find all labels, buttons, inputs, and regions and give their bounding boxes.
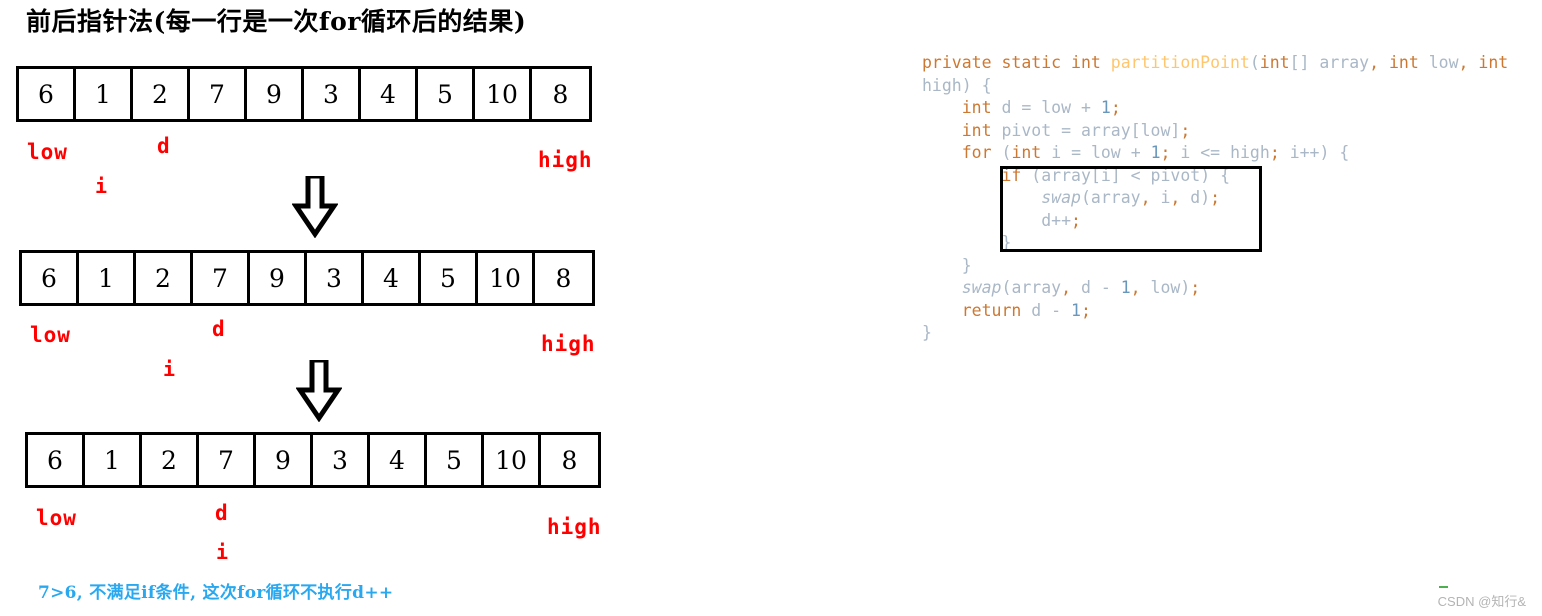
array-cell: 10 bbox=[475, 69, 532, 119]
array-cell: 3 bbox=[307, 253, 364, 303]
pointer-label-d: d bbox=[212, 317, 226, 341]
array-cell: 8 bbox=[532, 69, 589, 119]
array-cell: 6 bbox=[28, 435, 85, 485]
watermark-dash-icon bbox=[1438, 586, 1448, 588]
array-cell: 1 bbox=[85, 435, 142, 485]
array-cell: 9 bbox=[247, 69, 304, 119]
table-row: 6 1 2 7 9 3 4 5 10 8 bbox=[16, 66, 592, 122]
pointer-label-high: high bbox=[541, 332, 596, 356]
code-panel: private static int partitionPoint(int[] … bbox=[900, 0, 1542, 616]
pointer-label-high: high bbox=[547, 515, 602, 539]
array-cell: 9 bbox=[250, 253, 307, 303]
array-cell: 4 bbox=[364, 253, 421, 303]
array-row-3-wrap: 6 1 2 7 9 3 4 5 10 8 bbox=[25, 432, 601, 488]
pointer-label-i: i bbox=[216, 540, 230, 564]
pointer-label-low: low bbox=[36, 506, 77, 530]
pointer-label-i: i bbox=[163, 357, 177, 381]
array-cell: 2 bbox=[136, 253, 193, 303]
array-cell: 6 bbox=[22, 253, 79, 303]
array-cell: 7 bbox=[190, 69, 247, 119]
array-cell: 8 bbox=[535, 253, 592, 303]
array-cell: 5 bbox=[421, 253, 478, 303]
diagram-panel: 前后指针法(每一行是一次for循环后的结果) 6 1 2 7 9 3 4 5 1… bbox=[0, 0, 900, 616]
array-cell: 9 bbox=[256, 435, 313, 485]
array-cell: 7 bbox=[199, 435, 256, 485]
array-cell: 3 bbox=[304, 69, 361, 119]
pointer-label-i: i bbox=[95, 174, 109, 198]
array-cell: 3 bbox=[313, 435, 370, 485]
down-arrow-icon bbox=[292, 176, 338, 238]
array-cell: 5 bbox=[427, 435, 484, 485]
pointer-label-low: low bbox=[30, 323, 71, 347]
explanation-note: 7>6, 不满足if条件, 这次for循环不执行d++ bbox=[38, 583, 394, 603]
pointer-label-d: d bbox=[215, 501, 229, 525]
watermark: CSDN @知行& bbox=[1437, 586, 1526, 610]
array-cell: 8 bbox=[541, 435, 598, 485]
array-cell: 4 bbox=[361, 69, 418, 119]
array-cell: 1 bbox=[76, 69, 133, 119]
array-cell: 10 bbox=[484, 435, 541, 485]
array-cell: 2 bbox=[142, 435, 199, 485]
code-snippet: private static int partitionPoint(int[] … bbox=[922, 53, 1509, 342]
table-row: 6 1 2 7 9 3 4 5 10 8 bbox=[19, 250, 595, 306]
array-row-2-wrap: 6 1 2 7 9 3 4 5 10 8 bbox=[19, 250, 595, 306]
array-cell: 7 bbox=[193, 253, 250, 303]
array-row-1-wrap: 6 1 2 7 9 3 4 5 10 8 bbox=[16, 66, 592, 122]
array-cell: 5 bbox=[418, 69, 475, 119]
table-row: 6 1 2 7 9 3 4 5 10 8 bbox=[25, 432, 601, 488]
array-cell: 2 bbox=[133, 69, 190, 119]
down-arrow-icon bbox=[296, 360, 342, 422]
pointer-label-low: low bbox=[27, 140, 68, 164]
page-title: 前后指针法(每一行是一次for循环后的结果) bbox=[26, 7, 527, 36]
array-cell: 10 bbox=[478, 253, 535, 303]
pointer-label-high: high bbox=[538, 148, 593, 172]
array-cell: 4 bbox=[370, 435, 427, 485]
array-cell: 1 bbox=[79, 253, 136, 303]
watermark-text: CSDN @知行& bbox=[1437, 594, 1526, 609]
array-cell: 6 bbox=[19, 69, 76, 119]
pointer-label-d: d bbox=[157, 134, 171, 158]
